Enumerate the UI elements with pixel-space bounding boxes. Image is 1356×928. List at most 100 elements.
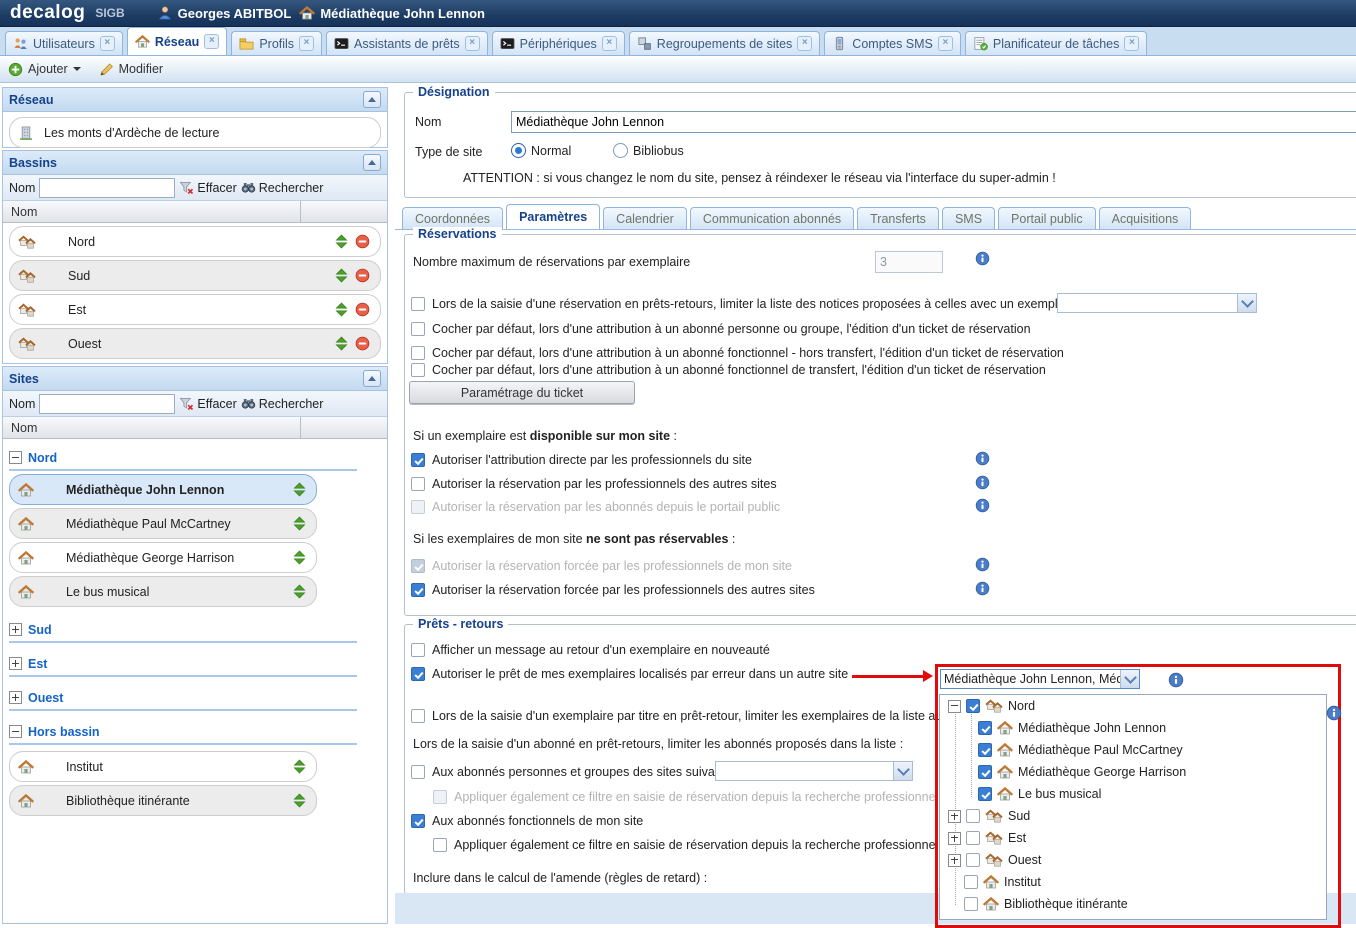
- tree-item-site[interactable]: Médiathèque George Harrison: [940, 761, 1326, 783]
- checkbox[interactable]: [411, 583, 425, 597]
- checkbox[interactable]: [411, 297, 425, 311]
- collapse-button[interactable]: [363, 91, 381, 108]
- checkbox[interactable]: [978, 787, 992, 801]
- sort-arrows-icon[interactable]: [293, 550, 306, 565]
- site-group-nord[interactable]: Nord: [9, 446, 357, 471]
- info-icon[interactable]: [975, 251, 990, 266]
- remove-icon[interactable]: [355, 336, 370, 351]
- checkbox[interactable]: [411, 765, 425, 779]
- close-icon[interactable]: ×: [1124, 36, 1139, 51]
- info-icon[interactable]: [975, 581, 990, 596]
- checkbox[interactable]: [411, 814, 425, 828]
- sort-arrows-icon[interactable]: [335, 234, 348, 249]
- current-site[interactable]: Médiathèque John Lennon: [299, 5, 485, 21]
- sort-arrows-icon[interactable]: [293, 584, 306, 599]
- tree-item-bassin[interactable]: Sud: [940, 805, 1326, 827]
- tree-item-bassin[interactable]: Est: [940, 827, 1326, 849]
- checkbox[interactable]: [978, 743, 992, 757]
- close-icon[interactable]: ×: [602, 36, 617, 51]
- checkbox[interactable]: [964, 875, 978, 889]
- tab-profils[interactable]: Profils ×: [231, 31, 322, 55]
- tab-peripheriques[interactable]: Périphériques ×: [492, 31, 625, 55]
- site-row[interactable]: Médiathèque John Lennon: [9, 474, 317, 505]
- expand-group-icon[interactable]: [9, 623, 22, 636]
- expand-node-icon[interactable]: [948, 832, 961, 845]
- site-row[interactable]: Institut: [9, 751, 317, 782]
- tab-acquisitions[interactable]: Acquisitions: [1099, 207, 1192, 229]
- collapse-button[interactable]: [363, 154, 381, 171]
- chevron-down-icon[interactable]: [1120, 670, 1139, 688]
- sites-column-header[interactable]: Nom: [3, 417, 387, 439]
- bassin-row[interactable]: Sud: [9, 260, 381, 291]
- sort-arrows-icon[interactable]: [335, 302, 348, 317]
- info-icon[interactable]: [975, 498, 990, 513]
- clear-button[interactable]: Effacer: [179, 180, 236, 195]
- sort-arrows-icon[interactable]: [335, 336, 348, 351]
- tree-item-site[interactable]: Médiathèque Paul McCartney: [940, 739, 1326, 761]
- tree-item-bassin[interactable]: Nord: [940, 695, 1326, 717]
- tree-item-bassin[interactable]: Ouest: [940, 849, 1326, 871]
- site-group-ouest[interactable]: Ouest: [9, 686, 357, 711]
- tree-item-site[interactable]: Médiathèque John Lennon: [940, 717, 1326, 739]
- tab-sms[interactable]: SMS: [942, 207, 995, 229]
- sort-arrows-icon[interactable]: [335, 268, 348, 283]
- abonnes-sites-select[interactable]: [715, 761, 913, 781]
- expand-group-icon[interactable]: [9, 657, 22, 670]
- chevron-down-icon[interactable]: [893, 762, 912, 780]
- info-icon[interactable]: [975, 475, 990, 490]
- checkbox[interactable]: [966, 699, 980, 713]
- site-group-sud[interactable]: Sud: [9, 618, 357, 643]
- checkbox[interactable]: [411, 363, 425, 377]
- edit-button[interactable]: Modifier: [99, 62, 163, 77]
- bassin-row[interactable]: Ouest: [9, 328, 381, 359]
- sort-arrows-icon[interactable]: [293, 793, 306, 808]
- tree-item-site[interactable]: Le bus musical: [940, 783, 1326, 805]
- sites-multiselect-combo[interactable]: Médiathèque John Lennon, Média: [940, 669, 1140, 689]
- bassin-row[interactable]: Nord: [9, 226, 381, 257]
- remove-icon[interactable]: [355, 234, 370, 249]
- current-user[interactable]: Georges ABITBOL: [157, 5, 292, 21]
- checkbox[interactable]: [966, 853, 980, 867]
- info-icon[interactable]: [1168, 672, 1184, 688]
- site-row[interactable]: Bibliothèque itinérante: [9, 785, 317, 816]
- chevron-down-icon[interactable]: [1237, 294, 1256, 312]
- checkbox[interactable]: [411, 709, 425, 723]
- checkbox[interactable]: [411, 477, 425, 491]
- checkbox[interactable]: [433, 838, 447, 852]
- tab-transferts[interactable]: Transferts: [857, 207, 939, 229]
- tab-reseau[interactable]: Réseau ×: [127, 27, 227, 55]
- bassins-column-header[interactable]: Nom: [3, 201, 387, 223]
- collapse-node-icon[interactable]: [948, 700, 961, 713]
- checkbox[interactable]: [966, 831, 980, 845]
- checkbox[interactable]: [411, 667, 425, 681]
- collapse-group-icon[interactable]: [9, 725, 22, 738]
- reseau-item[interactable]: Les monts d'Ardèche de lecture: [9, 117, 381, 148]
- checkbox[interactable]: [411, 322, 425, 336]
- collapse-group-icon[interactable]: [9, 451, 22, 464]
- site-row[interactable]: Le bus musical: [9, 576, 317, 607]
- expand-node-icon[interactable]: [948, 810, 961, 823]
- remove-icon[interactable]: [355, 302, 370, 317]
- search-button[interactable]: Rechercher: [241, 180, 324, 195]
- close-icon[interactable]: ×: [465, 36, 480, 51]
- sites-name-input[interactable]: [39, 394, 175, 414]
- tab-portail-public[interactable]: Portail public: [998, 207, 1096, 229]
- sort-arrows-icon[interactable]: [293, 482, 306, 497]
- info-icon[interactable]: [975, 557, 990, 572]
- checkbox[interactable]: [411, 346, 425, 360]
- close-icon[interactable]: ×: [299, 36, 314, 51]
- close-icon[interactable]: ×: [938, 36, 953, 51]
- tab-utilisateurs[interactable]: Utilisateurs ×: [5, 31, 123, 55]
- checkbox[interactable]: [411, 453, 425, 467]
- site-row[interactable]: Médiathèque George Harrison: [9, 542, 317, 573]
- tab-planificateur-de-taches[interactable]: Planificateur de tâches ×: [965, 31, 1147, 55]
- tab-coordonnees[interactable]: Coordonnées: [402, 207, 503, 229]
- sort-arrows-icon[interactable]: [293, 516, 306, 531]
- checkbox[interactable]: [978, 721, 992, 735]
- tree-item-site[interactable]: Institut: [940, 871, 1326, 893]
- expand-node-icon[interactable]: [948, 854, 961, 867]
- search-button[interactable]: Rechercher: [241, 396, 324, 411]
- add-button[interactable]: Ajouter: [8, 62, 81, 77]
- radio-normal[interactable]: Normal: [511, 143, 571, 158]
- tab-calendrier[interactable]: Calendrier: [603, 207, 687, 229]
